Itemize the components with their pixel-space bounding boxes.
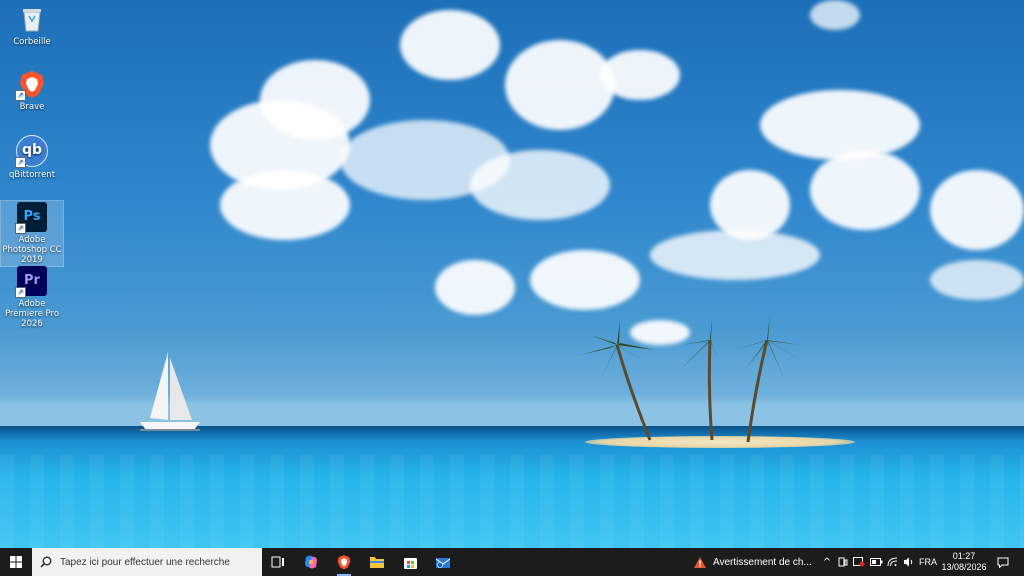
photoshop-icon: Ps ↗	[15, 202, 47, 234]
palm-trees	[580, 315, 810, 443]
cloud	[260, 60, 370, 140]
shortcut-arrow-icon: ↗	[15, 287, 26, 298]
taskbar-app-copilot[interactable]	[295, 548, 327, 576]
battery-icon	[869, 558, 882, 566]
tray-battery-icon[interactable]	[868, 548, 884, 576]
tray-antivirus-icon[interactable]	[851, 548, 867, 576]
brave-icon: ↗	[15, 69, 47, 101]
tray-device-icon[interactable]	[836, 548, 850, 576]
notification-center-button[interactable]	[992, 548, 1014, 576]
qbittorrent-icon: qb ↗	[15, 135, 48, 168]
language-label: FRA	[919, 557, 937, 567]
cloud	[650, 230, 820, 280]
cloud	[930, 170, 1024, 250]
cloud	[810, 0, 860, 30]
shortcut-arrow-icon: ↗	[15, 157, 26, 168]
tray-network-icon[interactable]	[885, 548, 900, 576]
cloud	[530, 250, 640, 310]
cloud	[505, 40, 615, 130]
premiere-icon: Pr ↗	[15, 266, 47, 298]
file-explorer-icon	[370, 557, 384, 568]
taskbar: Tapez ici pour effectuer une recherche A…	[0, 548, 1024, 576]
taskbar-app-brave[interactable]	[328, 548, 360, 576]
search-icon	[40, 556, 52, 568]
clock[interactable]: 01:27 13/08/2026	[940, 548, 988, 576]
desktop-icon-qbittorrent[interactable]: qb ↗ qBittorrent	[1, 135, 63, 180]
security-alert-icon	[853, 557, 865, 567]
cloud	[435, 260, 515, 315]
cloud	[470, 150, 610, 220]
task-view-icon	[271, 556, 284, 568]
copilot-icon	[305, 555, 317, 569]
search-box[interactable]: Tapez ici pour effectuer une recherche	[32, 548, 262, 576]
cloud	[220, 170, 350, 240]
device-icon	[838, 557, 848, 567]
notification-center-icon	[997, 557, 1009, 568]
start-button[interactable]	[0, 548, 32, 576]
chevron-up-icon: ^	[822, 556, 832, 568]
sailboat	[140, 352, 200, 431]
desktop-icon-label: qBittorrent	[8, 170, 56, 180]
wifi-icon	[887, 557, 898, 567]
desktop-icon-label: Brave	[19, 102, 45, 112]
shortcut-arrow-icon: ↗	[15, 223, 26, 234]
notification-text: Avertissement de ch...	[713, 556, 812, 568]
recycle-bin-icon	[17, 4, 47, 34]
desktop-icon-recycle-bin[interactable]: Corbeille	[1, 4, 63, 47]
store-icon	[403, 557, 417, 569]
task-view-button[interactable]	[262, 548, 294, 576]
taskbar-app-store[interactable]	[394, 548, 426, 576]
show-hidden-icons-button[interactable]: ^	[820, 548, 834, 576]
cloud	[400, 10, 500, 80]
clock-time: 01:27	[952, 551, 976, 561]
taskbar-app-mail[interactable]	[427, 548, 459, 576]
warning-icon	[694, 556, 706, 568]
desktop-icon-brave[interactable]: ↗ Brave	[1, 69, 63, 112]
mail-icon	[435, 558, 451, 568]
windows-icon	[10, 556, 22, 568]
sea-reflection	[0, 455, 1024, 548]
desktop-icon-label: Adobe Photoshop CC 2019	[2, 235, 62, 265]
tray-volume-icon[interactable]	[901, 548, 915, 576]
desktop-icon-premiere[interactable]: Pr ↗ Adobe Premiere Pro 2026	[1, 266, 63, 329]
desktop-icon-photoshop[interactable]: Ps ↗ Adobe Photoshop CC 2019	[0, 200, 64, 267]
desktop-icon-label: Corbeille	[13, 37, 51, 47]
speaker-icon	[903, 557, 912, 567]
brave-icon	[337, 555, 351, 570]
language-indicator[interactable]: FRA	[917, 548, 939, 576]
taskbar-app-file-explorer[interactable]	[361, 548, 393, 576]
clock-date: 13/08/2026	[941, 562, 987, 572]
search-placeholder: Tapez ici pour effectuer une recherche	[60, 556, 230, 568]
cloud	[600, 50, 680, 100]
cloud	[810, 150, 920, 230]
desktop-icon-label: Adobe Premiere Pro 2026	[4, 299, 60, 329]
notification-warning[interactable]: Avertissement de ch...	[690, 548, 814, 576]
cloud	[760, 90, 920, 160]
shortcut-arrow-icon: ↗	[15, 90, 26, 101]
cloud	[930, 260, 1024, 300]
desktop-wallpaper[interactable]: Corbeille ↗ Brave qb ↗ qBittorrent Ps ↗ …	[0, 0, 1024, 548]
